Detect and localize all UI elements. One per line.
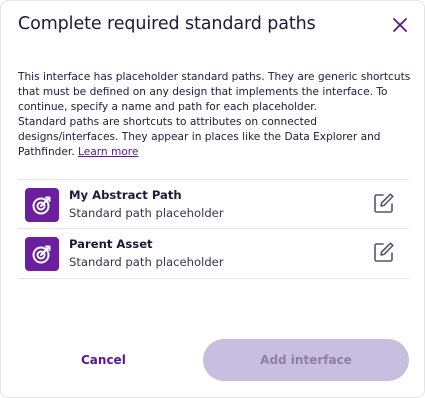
dialog-description: This interface has placeholder standard … [18, 71, 411, 113]
edit-placeholder-button[interactable] [372, 193, 396, 217]
list-item: Parent Asset Standard path placeholder [18, 229, 409, 279]
close-button[interactable] [390, 17, 410, 37]
standard-paths-explanation: Standard paths are shortcuts to attribut… [18, 115, 414, 160]
learn-more-link[interactable]: Learn more [78, 146, 138, 158]
close-icon [392, 17, 408, 37]
complete-standard-paths-dialog: Complete required standard paths This in… [0, 0, 425, 398]
list-item: My Abstract Path Standard path placehold… [18, 179, 409, 229]
cancel-button[interactable]: Cancel [81, 353, 126, 367]
add-interface-button[interactable]: Add interface [203, 339, 409, 381]
placeholder-subtitle: Standard path placeholder [69, 206, 224, 220]
edit-placeholder-button[interactable] [372, 242, 396, 266]
placeholder-name: My Abstract Path [69, 188, 182, 202]
standard-paths-explanation-text: Standard paths are shortcuts to attribut… [18, 116, 381, 158]
standard-path-icon [25, 188, 59, 222]
standard-path-icon [25, 237, 59, 271]
edit-icon [373, 192, 395, 218]
dialog-title: Complete required standard paths [18, 14, 316, 34]
edit-icon [373, 241, 395, 267]
placeholder-name: Parent Asset [69, 237, 153, 251]
placeholder-subtitle: Standard path placeholder [69, 255, 224, 269]
placeholder-list: My Abstract Path Standard path placehold… [18, 179, 409, 279]
